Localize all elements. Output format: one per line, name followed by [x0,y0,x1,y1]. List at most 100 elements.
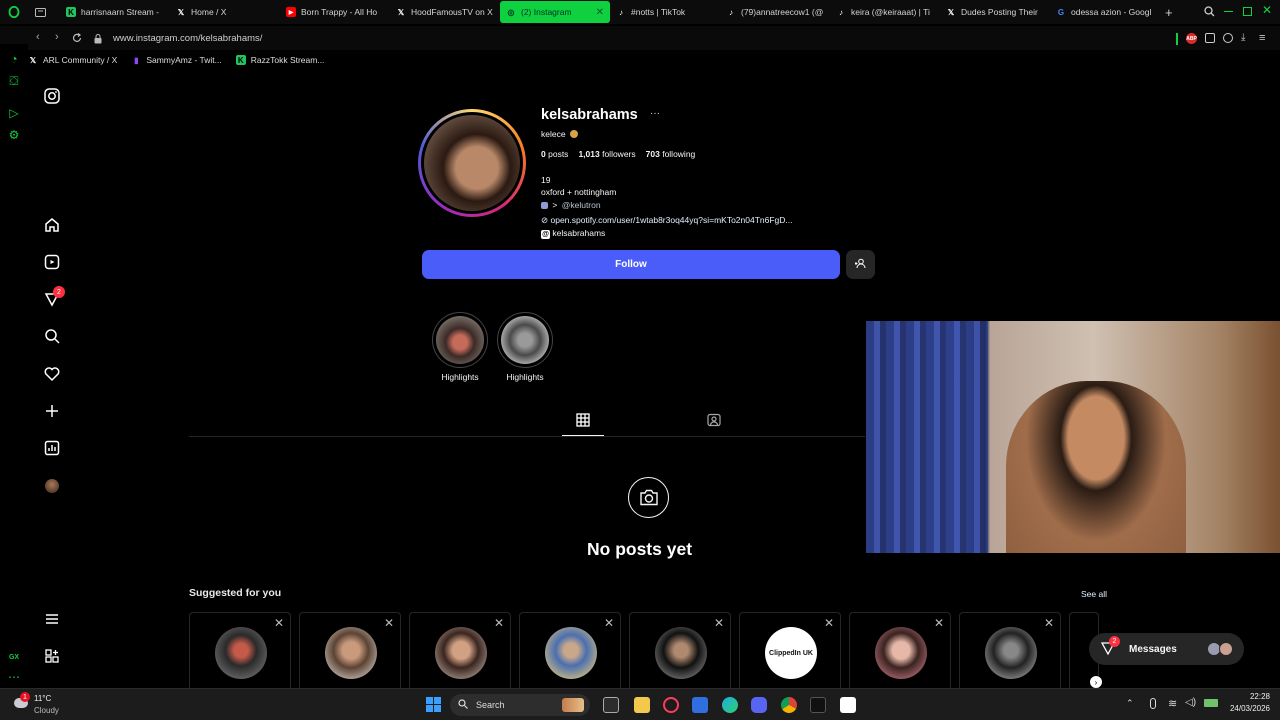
messages-pill[interactable]: 2 Messages [1089,633,1244,665]
app-icon[interactable] [810,697,826,713]
followers-stat[interactable]: 1,013 followers [578,149,635,159]
close-tab-icon[interactable]: ✕ [596,7,604,18]
back-icon[interactable]: ‹ [36,31,40,43]
highlight-2[interactable]: Highlights [497,312,553,382]
download-icon[interactable]: ⤓ [1241,32,1245,43]
profile-picture[interactable] [418,109,526,217]
browser-tab[interactable]: ▶ Born Trappy - All Ho [280,1,390,23]
messages-nav-icon[interactable]: 2 [42,286,65,309]
adblock-icon[interactable]: ABP [1186,33,1197,44]
follow-button[interactable]: Follow [422,250,840,279]
next-arrow-icon[interactable]: › [1090,676,1102,688]
threads-badge[interactable]: @ kelsabrahams [541,227,793,240]
reload-icon[interactable] [72,32,82,46]
extension-vpn-icon[interactable] [1176,33,1178,45]
highlight-1[interactable]: Highlights [432,312,488,382]
create-plus-icon[interactable] [42,401,62,421]
notifications-heart-icon[interactable] [42,364,62,384]
forward-icon[interactable]: › [55,31,59,43]
profile-icon[interactable] [1223,33,1233,43]
dismiss-suggestion-icon[interactable]: ✕ [384,616,394,630]
gx-control-icon[interactable]: ◔ [7,52,21,66]
wifi-icon[interactable]: ≋ [1168,697,1177,710]
see-all-link[interactable]: See all [1081,589,1107,599]
more-icon[interactable]: ⋯ [7,670,21,684]
gx-logo-icon[interactable]: GX [7,650,21,664]
chrome-icon[interactable] [781,697,797,713]
site-info-icon[interactable] [94,33,102,47]
suggested-card[interactable]: ✕ [629,612,731,688]
tab-posts[interactable] [576,413,590,430]
volume-icon[interactable]: ◁) [1185,697,1196,708]
search-tabs-icon[interactable] [1204,6,1215,20]
browser-tab[interactable]: 𝕏 HoodFamousTV on X [390,1,500,23]
browser-tab[interactable]: ♪ #notts | TikTok [610,1,720,23]
bio-external-link[interactable]: ⊘ open.spotify.com/user/1wtab8r3oq44yq?s… [541,214,793,226]
suggested-card[interactable]: ✕ [519,612,621,688]
options-icon[interactable]: ··· [650,108,660,119]
maximize-icon[interactable] [1243,7,1252,16]
dismiss-suggestion-icon[interactable]: ✕ [1044,616,1054,630]
gx-corner-icon[interactable]: ⛋ [7,74,21,88]
url-field[interactable]: www.instagram.com/kelsabrahams/ [113,33,262,44]
workspaces-icon[interactable] [28,0,52,24]
dismiss-suggestion-icon[interactable]: ✕ [274,616,284,630]
settings-icon[interactable]: ⚙ [7,128,21,142]
browser-tab[interactable]: ♪ keira (@keiraaat) | Ti [830,1,940,23]
browser-tab[interactable]: ♪ (79)annatreecow1 (@ [720,1,830,23]
dismiss-suggestion-icon[interactable]: ✕ [494,616,504,630]
bio-mention-link[interactable]: @kelutron [562,200,601,210]
browser-tab[interactable]: 𝕏 Dudes Posting Their [940,1,1050,23]
player-icon[interactable]: ▷ [7,106,21,120]
microphone-icon[interactable] [1150,698,1156,709]
tab-tagged[interactable] [707,413,721,430]
task-view-icon[interactable] [603,697,619,713]
similar-accounts-button[interactable] [846,250,875,279]
opera-gx-taskbar-icon[interactable] [663,697,679,713]
browser-tab[interactable]: Kharrisnaarn Stream - [60,1,170,23]
browser-tab[interactable]: 𝕏 Home / X [170,1,280,23]
battery-icon[interactable] [1204,699,1218,707]
suggested-card[interactable]: ✕ [849,612,951,688]
tiktok-icon: ♪ [839,7,843,17]
new-tab-icon[interactable]: + [1165,5,1173,20]
suggested-card[interactable]: ✕ [409,612,511,688]
suggested-card[interactable]: ClippedIn UK ✕ [739,612,841,688]
dismiss-suggestion-icon[interactable]: ✕ [604,616,614,630]
dismiss-suggestion-icon[interactable]: ✕ [824,616,834,630]
clock[interactable]: 22:28 24/03/2026 [1222,692,1270,713]
start-icon[interactable] [426,697,441,712]
bookmark-item[interactable]: ▮ SammyAmz - Twit... [131,55,222,65]
profile-avatar-icon[interactable] [42,476,62,496]
also-from-meta-icon[interactable] [42,646,62,666]
suggested-card[interactable]: ✕ [959,612,1061,688]
bookmark-item[interactable]: 𝕏 ARL Community / X [28,55,118,65]
search-nav-icon[interactable] [42,326,62,346]
browser-tab[interactable]: ◎ (2) Instagram ✕ [500,1,610,23]
following-stat[interactable]: 703 following [646,149,696,159]
tray-overflow-icon[interactable]: ⌃ [1126,698,1134,709]
suggested-card[interactable]: ✕ [299,612,401,688]
taskbar-search[interactable]: Search [450,694,590,716]
close-window-icon[interactable]: ✕ [1262,3,1272,17]
bookmark-item[interactable]: K RazzTokk Stream... [235,55,324,65]
dashboard-icon[interactable] [42,438,62,458]
dismiss-suggestion-icon[interactable]: ✕ [934,616,944,630]
dismiss-suggestion-icon[interactable]: ✕ [714,616,724,630]
instagram-logo-icon[interactable] [42,86,62,106]
file-explorer-icon[interactable] [634,697,650,713]
more-menu-icon[interactable] [42,609,62,629]
suggested-card[interactable]: ✕ [189,612,291,688]
bio-link-text[interactable]: open.spotify.com/user/1wtab8r3oq44yq?si=… [551,215,793,225]
edge-icon[interactable] [722,697,738,713]
store-icon[interactable] [692,697,708,713]
minimize-icon[interactable] [1224,11,1233,12]
reels-icon[interactable] [42,252,62,272]
notion-icon[interactable] [840,697,856,713]
browser-tab[interactable]: Godessa azion - Googl [1050,1,1160,23]
opera-logo-icon[interactable] [0,0,28,24]
extensions-icon[interactable] [1205,33,1215,43]
discord-icon[interactable] [751,697,767,713]
home-icon[interactable] [42,215,62,235]
easy-setup-icon[interactable]: ≡ [1259,32,1265,44]
